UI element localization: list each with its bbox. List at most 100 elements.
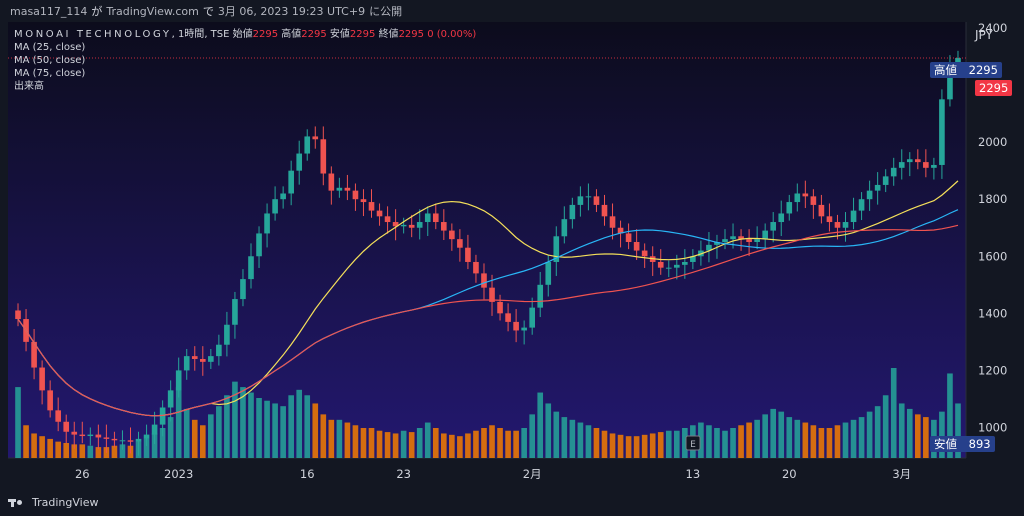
last-price-badge: 2295: [975, 80, 1013, 96]
low-badge: 安値 893: [930, 436, 995, 452]
x-tick-label: 13: [686, 467, 701, 481]
volume-bar: [601, 430, 608, 458]
footer-brand[interactable]: TradingView: [32, 496, 98, 509]
candle-body: [87, 434, 94, 437]
volume-bar: [714, 428, 720, 458]
candle-body: [481, 273, 487, 288]
volume-bar: [890, 368, 897, 458]
y-tick-label: 2000: [978, 135, 1007, 149]
volume-bar: [304, 395, 311, 458]
candle-body: [842, 222, 849, 228]
volume-bar: [649, 433, 656, 458]
candle-body: [368, 202, 375, 211]
chart-area[interactable]: JPY1000120014001600180020002200240026202…: [0, 21, 1024, 488]
candle-body: [408, 224, 415, 228]
candle-body: [441, 222, 447, 231]
volume-bar: [505, 430, 511, 458]
volume-bar: [786, 417, 793, 458]
volume-bar: [320, 414, 327, 458]
volume-bar: [449, 434, 455, 458]
volume-bar: [208, 414, 214, 458]
volume-bar: [296, 389, 303, 458]
price-chart[interactable]: JPY1000120014001600180020002200240026202…: [0, 21, 1024, 488]
candle-body: [915, 159, 921, 163]
volume-bar: [489, 425, 495, 458]
candle-body: [280, 193, 286, 200]
volume-bar: [617, 434, 624, 458]
volume-bar: [360, 428, 367, 458]
volume-bar: [625, 436, 632, 458]
x-tick-label: 16: [300, 467, 315, 481]
candle-body: [473, 261, 479, 274]
volume-bar: [111, 445, 118, 458]
candle-body: [288, 170, 294, 194]
volume-bar: [416, 428, 423, 458]
candle-body: [625, 233, 632, 243]
volume-bar: [657, 432, 664, 458]
candle-body: [352, 190, 359, 200]
volume-bar: [882, 395, 889, 458]
candle-body: [167, 390, 174, 408]
low-badge-value: 893: [968, 437, 991, 451]
candle-body: [183, 356, 190, 371]
candle-body: [730, 236, 736, 240]
candle-body: [191, 356, 198, 359]
candle-body: [143, 434, 150, 439]
candle-body: [465, 247, 471, 262]
volume-bar: [730, 428, 736, 458]
volume-bar: [722, 430, 728, 458]
volume-bar: [352, 425, 359, 458]
candle-body: [208, 356, 214, 362]
candle-body: [834, 222, 841, 228]
volume-bar: [183, 408, 190, 458]
x-tick-label: 2023: [164, 467, 193, 481]
x-tick-label: 26: [75, 467, 90, 481]
high-badge-label: 高値: [934, 63, 957, 77]
tradingview-logo-icon[interactable]: [8, 497, 26, 507]
volume-bar: [368, 428, 375, 458]
volume-bar: [778, 411, 785, 458]
candle-body: [722, 239, 728, 243]
candle-body: [127, 440, 134, 442]
candle-body: [328, 173, 335, 191]
candle-body: [786, 202, 793, 214]
candle-body: [665, 267, 672, 269]
volume-bar: [63, 443, 70, 458]
y-tick-label: 1800: [978, 192, 1007, 206]
volume-bar: [513, 430, 519, 458]
volume-bar: [665, 430, 672, 458]
candle-body: [79, 434, 86, 437]
volume-bar: [424, 422, 431, 458]
volume-bar: [794, 419, 801, 458]
candle-body: [216, 344, 222, 357]
volume-bar: [842, 422, 849, 458]
publish-datetime: 3月 06, 2023 19:23 UTC+9: [217, 5, 366, 18]
candle-body: [320, 139, 327, 174]
volume-bar: [47, 438, 53, 458]
volume-bar: [585, 425, 592, 458]
candle-body: [304, 136, 311, 154]
candle-body: [939, 99, 945, 165]
volume-bar: [706, 425, 712, 458]
candle-body: [55, 410, 61, 422]
volume-bar: [256, 398, 262, 458]
candle-body: [923, 162, 929, 168]
high-badge: 高値 2295: [930, 62, 1002, 78]
candle-body: [682, 261, 688, 265]
volume-bar: [199, 425, 206, 458]
volume-bar: [441, 433, 447, 458]
candle-body: [272, 199, 278, 214]
volume-bar: [79, 444, 86, 458]
candle-body: [416, 222, 423, 228]
publisher-site[interactable]: TradingView.com: [106, 5, 198, 18]
volume-bar: [336, 419, 343, 458]
publisher-username[interactable]: masa117_114: [10, 5, 87, 18]
volume-bar: [770, 408, 777, 458]
volume-bar: [312, 403, 319, 458]
candle-body: [601, 204, 608, 217]
candle-body: [513, 321, 519, 331]
candle-body: [424, 213, 431, 223]
candle-body: [931, 164, 937, 168]
volume-bar: [818, 428, 825, 458]
plot-background: [8, 22, 966, 458]
